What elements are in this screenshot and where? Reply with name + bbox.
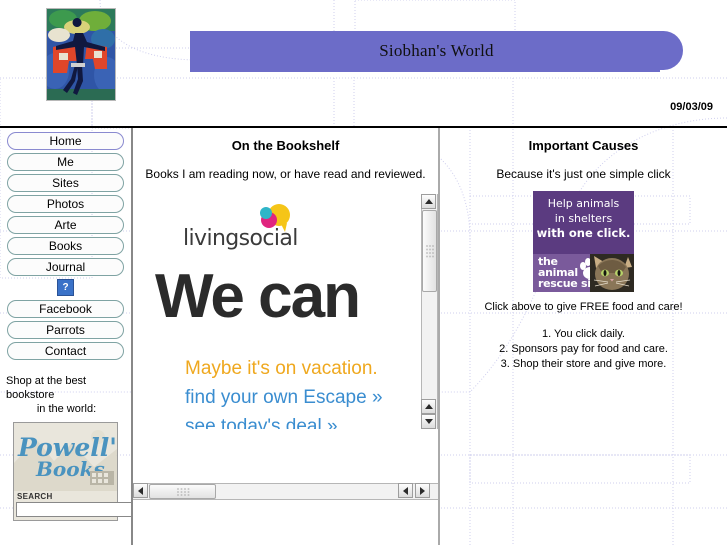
step-item: 2. Sponsors pay for food and care. — [499, 343, 668, 355]
powells-decor-blocks — [92, 493, 114, 501]
how-it-works-steps: 1. You click daily. 2. Sponsors pay for … — [440, 327, 727, 372]
livingsocial-links: Maybe it's on vacation. find your own Es… — [185, 354, 383, 429]
iframe-vertical-scrollbar[interactable] — [421, 194, 438, 429]
sidebar-navigation: Home Me Sites Photos Arte Books Journal … — [0, 128, 173, 545]
livingsocial-tagline: Maybe it's on vacation. — [185, 358, 378, 379]
right-column-heading: Important Causes — [528, 138, 639, 153]
scroll-thumb-grip-icon — [425, 245, 434, 258]
sidebar-item-sites[interactable]: Sites — [7, 174, 124, 192]
broken-image-icon[interactable]: ? — [57, 279, 74, 296]
right-column: Important Causes Because it's just one s… — [440, 128, 727, 545]
powells-search-label: SEARCH — [17, 492, 53, 501]
horizontal-scroll-thumb[interactable] — [149, 484, 216, 499]
animal-rescue-site-ad[interactable]: Help animals in shelters with one click.… — [533, 191, 634, 292]
sidebar-item-contact[interactable]: Contact — [7, 342, 124, 360]
rescue-line-2: in shelters — [554, 212, 613, 225]
step-item: 1. You click daily. — [542, 328, 625, 340]
scroll-up-button[interactable] — [421, 194, 436, 209]
sidebar-item-arte[interactable]: Arte — [7, 216, 124, 234]
scroll-down-button[interactable] — [421, 414, 436, 429]
powells-search-header: SEARCH — [14, 491, 117, 501]
current-date: 09/03/09 — [670, 101, 713, 113]
site-logo-artwork — [46, 8, 116, 101]
find-your-own-escape-link[interactable]: find your own Escape » — [185, 383, 383, 412]
page-root: Siobhan's World 09/03/09 Home Me Sites P… — [0, 0, 727, 545]
scroll-up-button-bottom[interactable] — [421, 399, 436, 414]
site-header: Siobhan's World 09/03/09 — [0, 0, 727, 126]
sidebar-item-books[interactable]: Books — [7, 237, 124, 255]
content-columns: Home Me Sites Photos Arte Books Journal … — [0, 128, 727, 545]
sidebar-item-facebook[interactable]: Facebook — [7, 300, 124, 318]
scroll-right-button[interactable] — [415, 483, 430, 498]
middle-column-heading: On the Bookshelf — [231, 138, 340, 153]
iframe-horizontal-scrollbar[interactable] — [133, 483, 438, 500]
sidebar-item-parrots[interactable]: Parrots — [7, 321, 124, 339]
rescue-line-1: Help animals — [547, 197, 620, 210]
animal-rescue-ad-text: Help animals in shelters with one click. — [533, 191, 634, 254]
animal-rescue-brand-bar: the animal rescue site — [533, 254, 634, 292]
powells-books-widget: Powell's Books — [13, 422, 173, 521]
bookstore-note: Shop at the best bookstore in the world: — [6, 374, 127, 416]
scroll-left-button[interactable] — [133, 483, 148, 498]
sidebar-item-home[interactable]: Home — [7, 132, 124, 150]
step-item: 3. Shop their store and give more. — [500, 358, 667, 370]
site-banner: Siobhan's World — [190, 31, 683, 70]
rescue-line-3: with one click. — [536, 226, 631, 240]
kitten-photo — [590, 254, 634, 292]
middle-column-subheading: Books I am reading now, or have read and… — [145, 167, 426, 181]
sidebar-item-photos[interactable]: Photos — [7, 195, 124, 213]
right-column-subheading: Because it's just one simple click — [496, 167, 671, 181]
vertical-scroll-thumb[interactable] — [422, 210, 437, 292]
scroll-thumb-grip-icon — [176, 487, 189, 496]
page-title: Siobhan's World — [379, 40, 494, 60]
header-divider-rule — [0, 126, 727, 128]
powells-search-row: GO — [14, 501, 173, 520]
powells-logo[interactable]: Powell's Books — [14, 423, 117, 491]
bookstore-note-line1: Shop at the best bookstore — [6, 375, 87, 401]
see-todays-deal-link[interactable]: see today's deal » — [185, 412, 383, 429]
banner-underline — [190, 70, 660, 76]
bookstore-note-line2: in the world: — [36, 403, 97, 415]
livingsocial-logo: livingsocial — [183, 204, 333, 251]
bookshelf-iframe: livingsocial We can Maybe it's on vacati… — [133, 194, 438, 429]
middle-column: On the Bookshelf Books I am reading now,… — [133, 128, 438, 545]
sidebar-item-me[interactable]: Me — [7, 153, 124, 171]
livingsocial-wordmark: livingsocial — [183, 226, 298, 251]
scroll-left-button-end[interactable] — [398, 483, 413, 498]
livingsocial-headline: We can — [155, 262, 361, 331]
sidebar-item-journal[interactable]: Journal — [7, 258, 124, 276]
click-above-text: Click above to give FREE food and care! — [484, 301, 683, 313]
livingsocial-ad[interactable]: livingsocial We can Maybe it's on vacati… — [133, 194, 422, 429]
